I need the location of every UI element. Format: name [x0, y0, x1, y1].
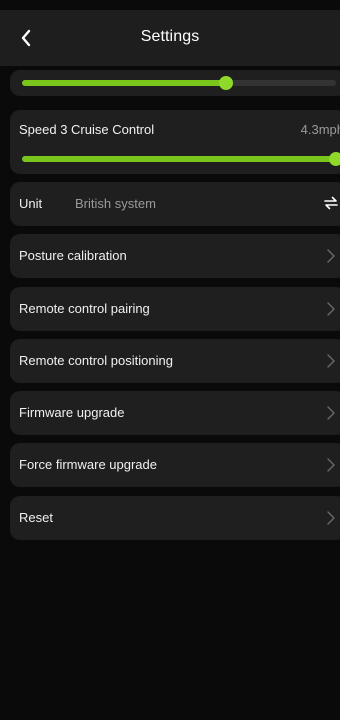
menu-item-remote-control-positioning[interactable]: Remote control positioning	[10, 339, 340, 383]
settings-screen: Settings Speed 3 Cruise Control 4.3mph U…	[0, 0, 340, 720]
menu-item-reset[interactable]: Reset	[10, 496, 340, 540]
menu-item-label: Remote control pairing	[19, 301, 150, 316]
cruise-control-slider[interactable]	[22, 152, 340, 166]
menu-item-force-firmware-upgrade[interactable]: Force firmware upgrade	[10, 443, 340, 487]
chevron-right-icon	[327, 406, 335, 420]
speed-slider-fill	[22, 80, 227, 86]
unit-value: British system	[75, 196, 156, 211]
chevron-right-icon	[327, 458, 335, 472]
chevron-right-icon	[327, 354, 335, 368]
speed-slider-card	[10, 70, 340, 96]
cruise-control-value: 4.3mph	[300, 122, 340, 137]
menu-item-label: Force firmware upgrade	[19, 457, 157, 472]
cruise-control-label: Speed 3 Cruise Control	[19, 122, 155, 137]
chevron-right-icon	[327, 302, 335, 316]
menu-item-label: Reset	[19, 510, 53, 525]
menu-item-remote-control-pairing[interactable]: Remote control pairing	[10, 287, 340, 331]
page-title: Settings	[140, 28, 200, 45]
menu-item-label: Firmware upgrade	[19, 405, 125, 420]
cruise-control-card: Speed 3 Cruise Control 4.3mph	[10, 110, 340, 174]
unit-row[interactable]: Unit British system	[10, 182, 340, 226]
chevron-right-icon	[327, 511, 335, 525]
menu-item-label: Posture calibration	[19, 248, 127, 263]
cruise-slider-fill	[22, 156, 336, 162]
cruise-slider-thumb[interactable]	[329, 152, 340, 166]
menu-item-posture-calibration[interactable]: Posture calibration	[10, 234, 340, 278]
unit-label: Unit	[19, 196, 43, 211]
chevron-right-icon	[327, 249, 335, 263]
menu-item-label: Remote control positioning	[19, 353, 173, 368]
header-bar: Settings	[0, 10, 340, 66]
speed-slider[interactable]	[22, 76, 336, 90]
speed-slider-thumb[interactable]	[219, 76, 234, 90]
swap-arrows-icon[interactable]	[324, 195, 338, 211]
menu-item-firmware-upgrade[interactable]: Firmware upgrade	[10, 391, 340, 435]
